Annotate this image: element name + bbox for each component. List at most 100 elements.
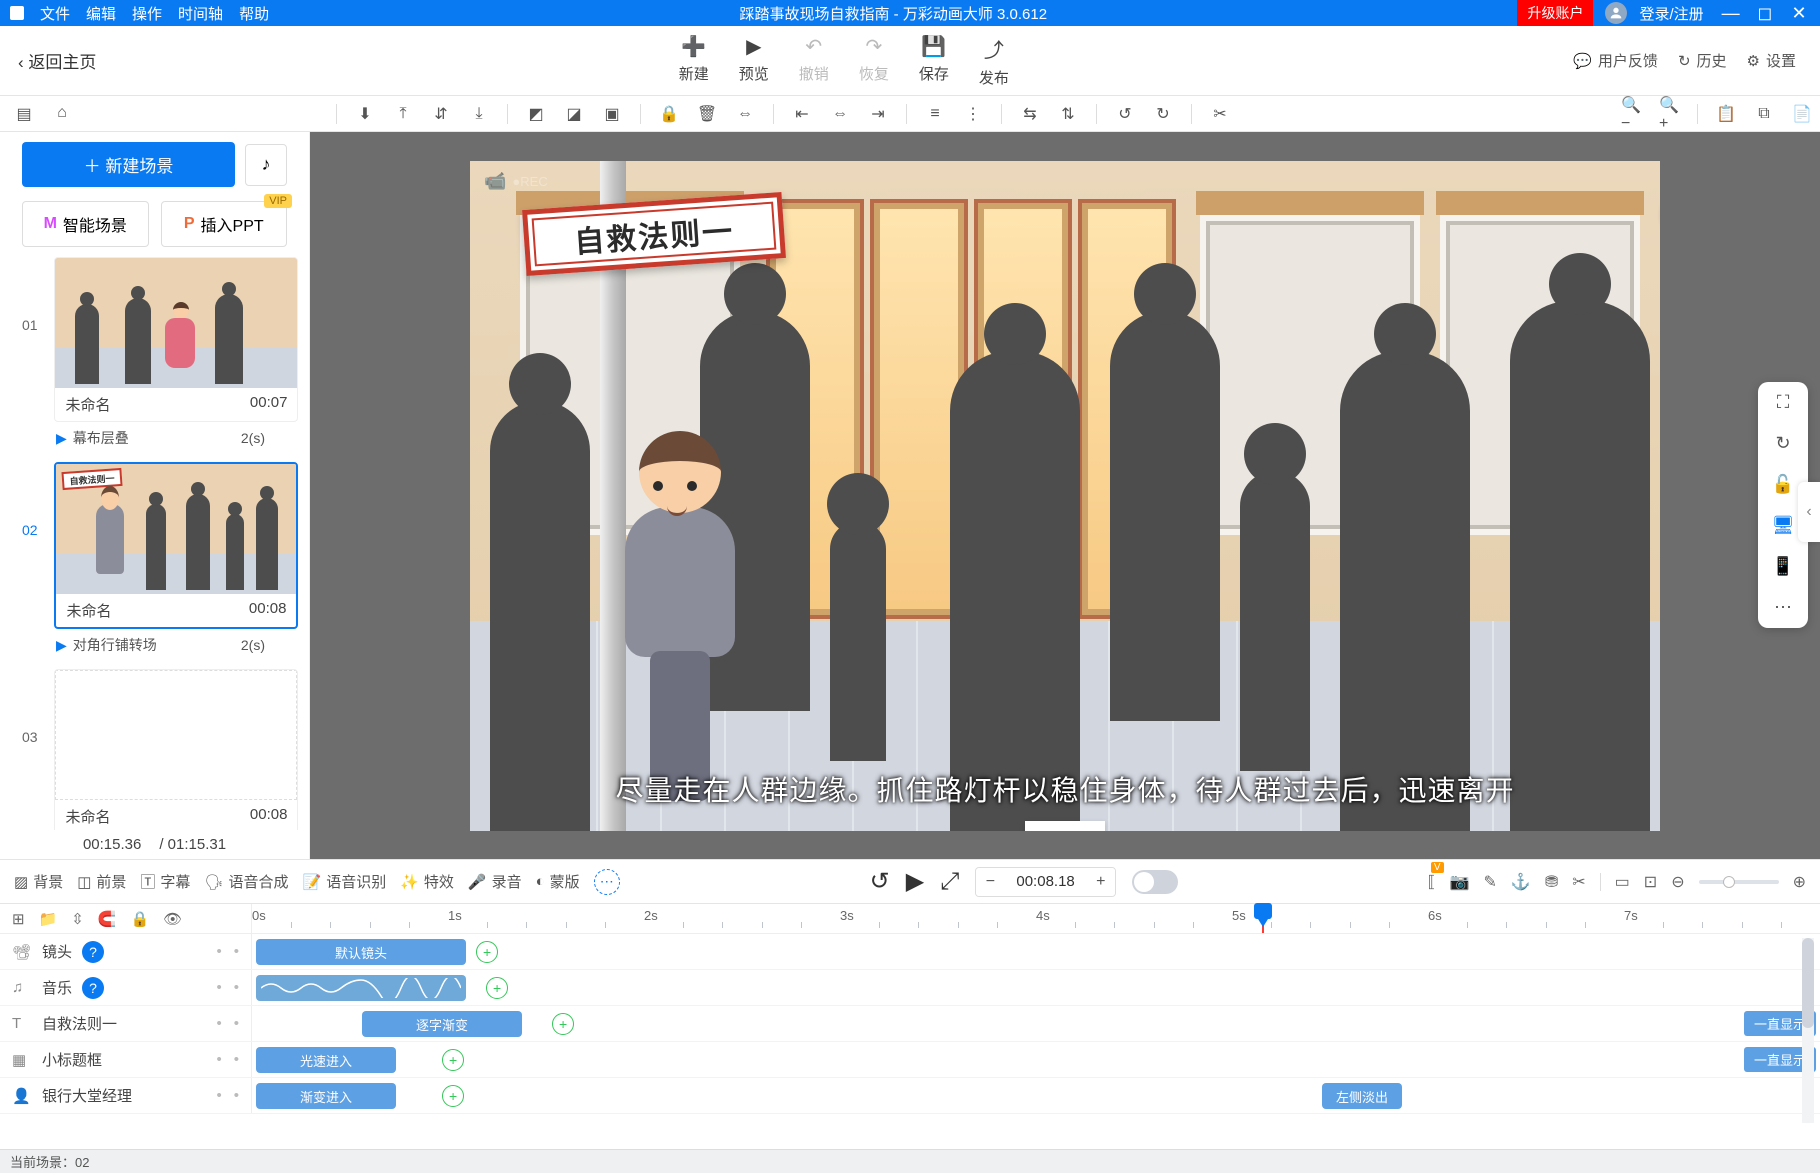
menu-action[interactable]: 操作 bbox=[132, 3, 162, 24]
send-back-icon[interactable]: ◩ bbox=[526, 104, 546, 124]
add-keyframe-button[interactable] bbox=[547, 1008, 578, 1039]
add-keyframe-button[interactable] bbox=[437, 1080, 468, 1111]
add-track-icon[interactable]: ⊞ bbox=[12, 910, 25, 928]
flip-h-icon[interactable]: ⇆ bbox=[1020, 104, 1040, 124]
anchor-tool-icon[interactable]: ⚓ bbox=[1511, 872, 1531, 892]
character-boy[interactable] bbox=[615, 431, 745, 801]
close-button[interactable]: ✕ bbox=[1784, 3, 1814, 24]
copy-icon[interactable]: ⧉ bbox=[1754, 105, 1774, 123]
unlock-icon[interactable]: 🔓 bbox=[1772, 474, 1794, 495]
zoom-out-icon[interactable]: 🔍− bbox=[1621, 95, 1641, 133]
track-body[interactable]: 光速进入 一直显示 bbox=[252, 1042, 1820, 1077]
edit-tool-icon[interactable]: ✎ bbox=[1484, 872, 1497, 892]
track-body[interactable]: 逐字渐变 一直显示 bbox=[252, 1006, 1820, 1041]
undo-button[interactable]: ↶撤销 bbox=[799, 34, 829, 88]
more-tools-button[interactable]: ⋯ bbox=[594, 869, 620, 895]
feedback-button[interactable]: 💬用户反馈 bbox=[1573, 50, 1658, 71]
add-keyframe-button[interactable] bbox=[471, 936, 502, 967]
cut-tool-icon[interactable]: ✂ bbox=[1572, 872, 1585, 892]
fit-icon[interactable]: ⊡ bbox=[1644, 872, 1657, 892]
add-keyframe-button[interactable] bbox=[481, 972, 512, 1003]
new-button[interactable]: ➕新建 bbox=[679, 34, 709, 88]
crop-icon[interactable]: ✂ bbox=[1210, 104, 1230, 124]
subtitle-tool[interactable]: 🅃字幕 bbox=[140, 871, 190, 892]
save-button[interactable]: 💾保存 bbox=[919, 34, 949, 88]
record-tool[interactable]: 🎤录音 bbox=[468, 871, 522, 892]
help-icon[interactable]: ? bbox=[82, 977, 104, 999]
track-body[interactable]: 默认镜头 bbox=[252, 934, 1820, 969]
zoom-timeline-in-icon[interactable]: ⊕ bbox=[1793, 872, 1806, 892]
bring-front-icon[interactable]: ◪ bbox=[564, 104, 584, 124]
asr-tool[interactable]: 📝语音识别 bbox=[303, 871, 387, 892]
settings-button[interactable]: ⚙设置 bbox=[1747, 50, 1796, 71]
rotate-right-icon[interactable]: ↻ bbox=[1153, 104, 1173, 124]
fx-tool[interactable]: ✨特效 bbox=[400, 871, 454, 892]
minimize-button[interactable]: — bbox=[1716, 3, 1746, 24]
delete-icon[interactable]: 🗑 bbox=[697, 104, 717, 124]
preview-button[interactable]: ▶预览 bbox=[739, 34, 769, 88]
play-transition-icon[interactable]: ▶ bbox=[56, 430, 67, 446]
play-button[interactable]: ▶ bbox=[906, 867, 924, 896]
marker-start-icon[interactable]: ⟦ bbox=[1428, 872, 1436, 892]
timeline-scrollbar[interactable] bbox=[1802, 938, 1814, 1123]
rotate-left-icon[interactable]: ↺ bbox=[1115, 104, 1135, 124]
canvas[interactable]: 自救法则一 尽量走在人群边缘。抓住路灯杆以稳住身体，待人群过去后，迅速离开 📹 … bbox=[470, 161, 1660, 831]
time-minus-button[interactable]: − bbox=[976, 868, 1004, 896]
filter-tool-icon[interactable]: ⛃ bbox=[1545, 872, 1558, 892]
bg-tool[interactable]: ▨背景 bbox=[14, 871, 63, 892]
align-center-icon[interactable]: ⇔ bbox=[830, 105, 850, 123]
time-ruler[interactable]: 0s1s2s3s4s5s6s7s8s bbox=[252, 904, 1820, 933]
clip-box[interactable]: 光速进入 bbox=[256, 1047, 396, 1073]
play-transition-icon[interactable]: ▶ bbox=[56, 637, 67, 653]
redo-button[interactable]: ↷恢复 bbox=[859, 34, 889, 88]
new-scene-button[interactable]: ＋ 新建场景 bbox=[22, 142, 235, 187]
playhead[interactable] bbox=[1262, 904, 1264, 933]
track-header-music[interactable]: ♫ 音乐 ? •• bbox=[0, 970, 252, 1005]
track-body[interactable]: 渐变进入 左侧淡出 bbox=[252, 1078, 1820, 1113]
maximize-button[interactable]: ◻ bbox=[1750, 3, 1780, 24]
menu-help[interactable]: 帮助 bbox=[239, 3, 269, 24]
align-bottom-icon[interactable]: ⤓ bbox=[469, 105, 489, 123]
upgrade-button[interactable]: 升级账户 bbox=[1517, 0, 1593, 26]
align-left-icon[interactable]: ⇤ bbox=[792, 104, 812, 124]
lock-icon[interactable]: 🔒 bbox=[659, 104, 679, 124]
back-button[interactable]: ‹ 返回主页 bbox=[0, 48, 114, 73]
clip-character-out[interactable]: 左侧淡出 bbox=[1322, 1083, 1402, 1109]
spread-icon[interactable]: ⇔ bbox=[735, 105, 755, 123]
expand-view-button[interactable]: ⤢ bbox=[940, 868, 959, 896]
snap-toggle[interactable] bbox=[1132, 870, 1178, 894]
scene-card[interactable]: 未命名00:08 bbox=[54, 669, 298, 830]
fg-tool[interactable]: ◫前景 bbox=[77, 871, 126, 892]
clip-music[interactable] bbox=[256, 975, 466, 1001]
menu-file[interactable]: 文件 bbox=[40, 3, 70, 24]
group-icon[interactable]: ▣ bbox=[602, 104, 622, 124]
right-panel-toggle[interactable]: ‹ bbox=[1798, 482, 1820, 542]
align-middle-icon[interactable]: ⇵ bbox=[431, 104, 451, 124]
zoom-in-icon[interactable]: 🔍+ bbox=[1659, 95, 1679, 133]
collapse-icon[interactable]: ⇳ bbox=[71, 910, 84, 928]
track-header-character[interactable]: 👤 银行大堂经理 •• bbox=[0, 1078, 252, 1113]
clip-camera[interactable]: 默认镜头 bbox=[256, 939, 466, 965]
device-mobile-icon[interactable]: 📱 bbox=[1772, 556, 1794, 577]
orientation-icon[interactable]: ↻ bbox=[1775, 433, 1790, 454]
magnet-icon[interactable]: 🧲 bbox=[98, 910, 117, 928]
help-icon[interactable]: ? bbox=[82, 941, 104, 963]
track-header-camera[interactable]: 📽 镜头 ? •• bbox=[0, 934, 252, 969]
history-button[interactable]: ↻历史 bbox=[1678, 50, 1727, 71]
menu-edit[interactable]: 编辑 bbox=[86, 3, 116, 24]
download-icon[interactable]: ⬇ bbox=[355, 104, 375, 124]
folder-icon[interactable]: 📁 bbox=[39, 910, 58, 928]
paste-icon[interactable]: 📄 bbox=[1792, 104, 1812, 124]
login-link[interactable]: 登录/注册 bbox=[1639, 3, 1703, 24]
tts-tool[interactable]: 🗣语音合成 bbox=[204, 871, 288, 892]
marker-icon[interactable]: ▭ bbox=[1615, 872, 1630, 892]
ai-scene-button[interactable]: M智能场景 bbox=[22, 201, 149, 247]
device-desktop-icon[interactable]: 🖥 bbox=[1772, 515, 1795, 536]
clip-character[interactable]: 渐变进入 bbox=[256, 1083, 396, 1109]
layers-icon[interactable]: ▤ bbox=[14, 104, 34, 124]
camera-tool-icon[interactable]: 📷 bbox=[1450, 872, 1470, 892]
zoom-timeline-out-icon[interactable]: ⊖ bbox=[1671, 872, 1684, 892]
distribute-h-icon[interactable]: ≡ bbox=[925, 105, 945, 123]
rewind-button[interactable]: ↺ bbox=[870, 867, 890, 896]
music-button[interactable]: ♪ bbox=[245, 144, 287, 186]
